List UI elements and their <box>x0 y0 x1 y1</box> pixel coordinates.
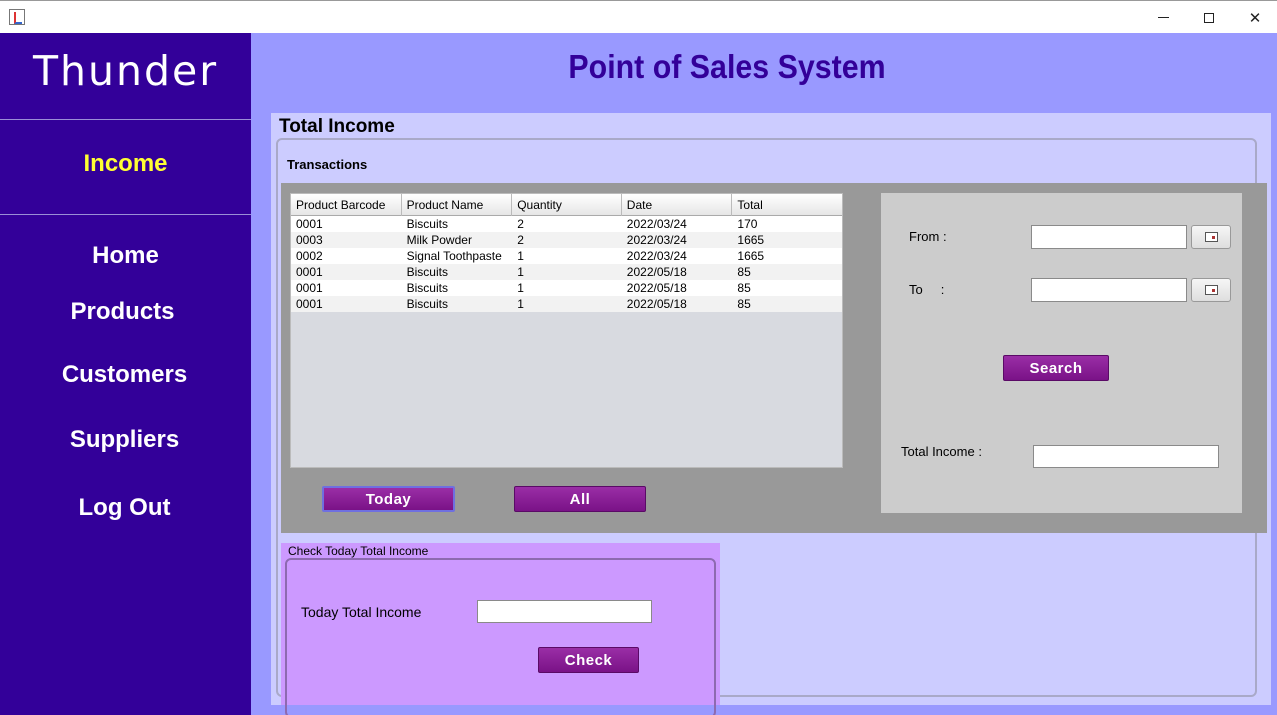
cell-product-name: Biscuits <box>406 281 448 295</box>
minimize-icon <box>1157 17 1169 18</box>
sidebar-divider <box>0 119 251 120</box>
to-date-input[interactable] <box>1031 278 1187 302</box>
all-button[interactable]: All <box>514 486 646 512</box>
cell-date: 2022/05/18 <box>626 265 687 279</box>
search-button[interactable]: Search <box>1003 355 1109 381</box>
sidebar-item-income[interactable]: Income <box>0 150 251 178</box>
sidebar-item-home[interactable]: Home <box>0 242 251 270</box>
calendar-icon <box>1204 285 1218 295</box>
cell-barcode: 0001 <box>296 297 323 311</box>
transactions-area: Product Barcode Product Name Quantity Da… <box>281 183 1267 533</box>
column-header-barcode[interactable]: Product Barcode <box>291 194 402 216</box>
cell-quantity: 1 <box>517 249 524 263</box>
transactions-label: Transactions <box>287 157 368 172</box>
income-panel: Total Income Transactions Product Barcod… <box>271 113 1271 715</box>
table-row[interactable]: 0003 Milk Powder 2 2022/03/24 1665 <box>291 232 842 248</box>
column-header-total[interactable]: Total <box>732 194 842 216</box>
cell-product-name: Biscuits <box>406 297 448 311</box>
cell-date: 2022/03/24 <box>626 233 687 247</box>
today-income-panel: Check Today Total Income Today Total Inc… <box>281 543 720 715</box>
cell-quantity: 2 <box>517 217 524 231</box>
from-label: From : <box>909 229 947 244</box>
today-panel-title: Check Today Total Income <box>288 544 429 558</box>
today-total-income-label: Today Total Income <box>301 604 422 620</box>
cell-quantity: 1 <box>517 265 524 279</box>
cell-product-name: Biscuits <box>406 265 448 279</box>
transactions-table[interactable]: Product Barcode Product Name Quantity Da… <box>290 193 843 468</box>
cell-total: 170 <box>737 217 758 231</box>
total-income-label: Total Income : <box>901 444 982 459</box>
cell-quantity: 1 <box>517 281 524 295</box>
sidebar-item-logout[interactable]: Log Out <box>0 494 250 522</box>
close-button[interactable]: ✕ <box>1232 1 1277 34</box>
today-panel-border <box>285 558 716 715</box>
cell-total: 1665 <box>737 233 765 247</box>
to-label: To : <box>909 282 945 297</box>
cell-barcode: 0001 <box>296 217 323 231</box>
cell-total: 85 <box>737 297 751 311</box>
cell-quantity: 2 <box>517 233 524 247</box>
sidebar-item-products[interactable]: Products <box>0 298 248 326</box>
from-date-picker-button[interactable] <box>1191 225 1231 249</box>
cell-product-name: Milk Powder <box>406 233 472 247</box>
close-icon: ✕ <box>1248 8 1262 27</box>
cell-date: 2022/05/18 <box>626 281 687 295</box>
column-header-quantity[interactable]: Quantity <box>512 194 622 216</box>
today-total-income-field[interactable] <box>477 600 652 623</box>
column-header-product-name[interactable]: Product Name <box>402 194 513 216</box>
sidebar: Thunder Income Home Products Customers S… <box>0 33 251 715</box>
minimize-button[interactable] <box>1140 1 1186 34</box>
cell-barcode: 0003 <box>296 233 323 247</box>
cell-barcode: 0001 <box>296 265 323 279</box>
to-date-picker-button[interactable] <box>1191 278 1231 302</box>
table-body: 0001 Biscuits 2 2022/03/24 170 0003 Milk… <box>291 216 842 312</box>
table-row[interactable]: 0001 Biscuits 1 2022/05/18 85 <box>291 264 842 280</box>
today-button[interactable]: Today <box>322 486 455 512</box>
sidebar-item-suppliers[interactable]: Suppliers <box>0 426 250 454</box>
cell-date: 2022/03/24 <box>626 249 687 263</box>
cell-date: 2022/03/24 <box>626 217 687 231</box>
sidebar-divider <box>0 214 251 215</box>
cell-product-name: Biscuits <box>406 217 448 231</box>
cell-total: 1665 <box>737 249 765 263</box>
panel-title: Total Income <box>279 116 395 137</box>
sidebar-item-customers[interactable]: Customers <box>0 361 250 389</box>
cell-quantity: 1 <box>517 297 524 311</box>
table-row[interactable]: 0002 Signal Toothpaste 1 2022/03/24 1665 <box>291 248 842 264</box>
cell-barcode: 0001 <box>296 281 323 295</box>
calendar-icon <box>1204 232 1218 242</box>
cell-date: 2022/05/18 <box>626 297 687 311</box>
from-date-input[interactable] <box>1031 225 1187 249</box>
maximize-button[interactable] <box>1186 1 1232 34</box>
cell-product-name: Signal Toothpaste <box>406 249 502 263</box>
table-row[interactable]: 0001 Biscuits 1 2022/05/18 85 <box>291 280 842 296</box>
brand-logo: Thunder <box>32 47 219 95</box>
window-titlebar: ✕ <box>0 0 1277 33</box>
maximize-icon <box>1204 12 1214 23</box>
java-app-icon <box>9 9 25 25</box>
date-search-panel: From : To : Search Total Income : <box>881 193 1242 513</box>
cell-total: 85 <box>737 265 751 279</box>
page-title: Point of Sales System <box>568 48 886 85</box>
table-header: Product Barcode Product Name Quantity Da… <box>291 194 842 216</box>
cell-total: 85 <box>737 281 751 295</box>
table-row[interactable]: 0001 Biscuits 1 2022/05/18 85 <box>291 296 842 312</box>
total-income-field[interactable] <box>1033 445 1219 468</box>
table-row[interactable]: 0001 Biscuits 2 2022/03/24 170 <box>291 216 842 232</box>
column-header-date[interactable]: Date <box>622 194 733 216</box>
main-content: Point of Sales System Total Income Trans… <box>251 33 1277 715</box>
cell-barcode: 0002 <box>296 249 323 263</box>
check-button[interactable]: Check <box>538 647 639 673</box>
